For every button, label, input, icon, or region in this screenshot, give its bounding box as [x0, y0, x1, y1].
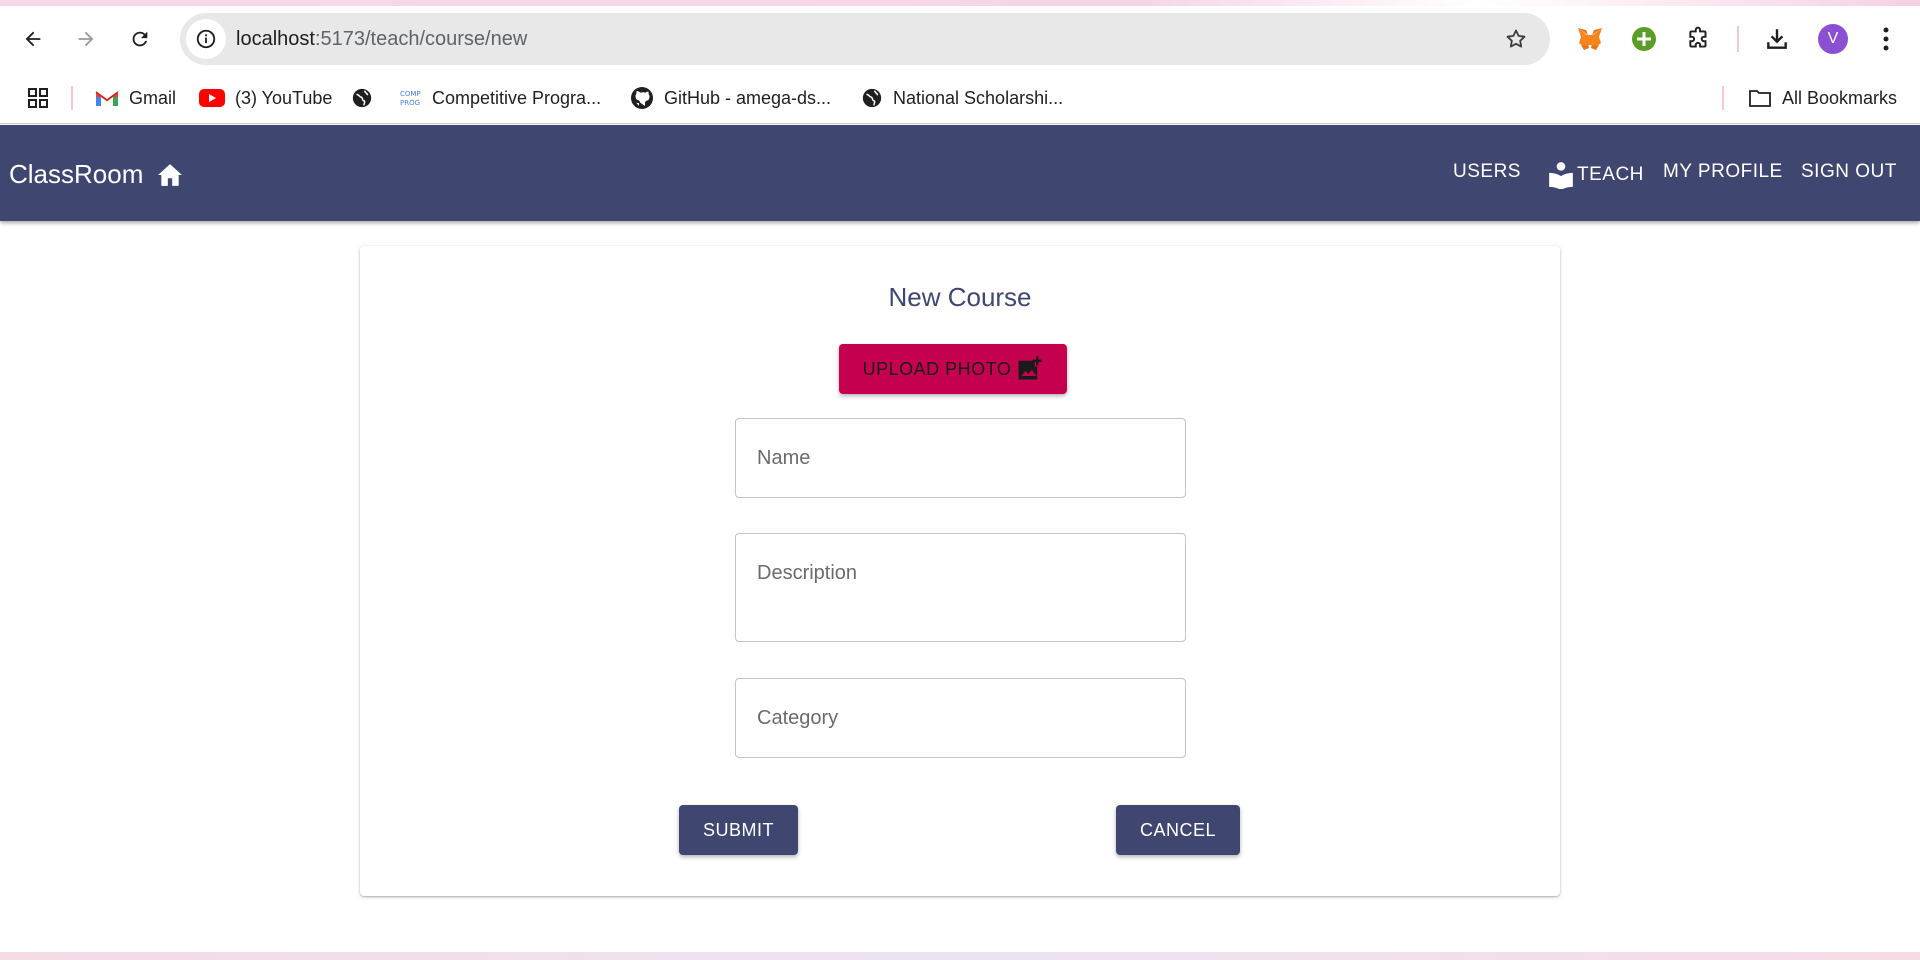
bookmark-globe[interactable]	[351, 82, 383, 114]
url-path: :5173/teach/course/new	[314, 28, 528, 50]
add-photo-icon	[1015, 355, 1043, 383]
folder-icon	[1748, 88, 1772, 108]
comp-prog-icon: COMP PROG	[400, 87, 422, 109]
forward-arrow-icon	[78, 31, 94, 47]
brand-title: ClassRoom	[9, 159, 144, 189]
apps-grid-icon[interactable]	[26, 82, 50, 114]
bookmark-label: GitHub - amega-ds...	[664, 87, 832, 108]
browser-toolbar: localhost:5173/teach/course/new V	[0, 6, 1920, 72]
app-header: ClassRoom USERS TEACH MY PROFILE SIGN OU…	[0, 125, 1920, 221]
bookmark-github[interactable]: GitHub - amega-ds...	[630, 82, 831, 114]
bookmark-label: (3) YouTube	[235, 87, 333, 108]
cancel-button[interactable]: CANCEL	[1116, 805, 1240, 855]
nav-sign-out[interactable]: SIGN OUT	[1801, 161, 1897, 183]
url-host: localhost	[236, 28, 315, 50]
bookmark-gmail[interactable]: Gmail	[95, 82, 176, 114]
svg-text:PROG: PROG	[400, 99, 420, 107]
teach-reader-icon	[1548, 161, 1574, 189]
submit-button[interactable]: SUBMIT	[679, 805, 798, 855]
bookmark-youtube[interactable]: (3) YouTube	[199, 82, 332, 114]
upload-photo-button[interactable]: UPLOAD PHOTO	[839, 344, 1067, 394]
bookmarks-separator	[1722, 86, 1724, 110]
bookmarks-bar: Gmail (3) YouTube COMP PROG Competitive P…	[0, 72, 1920, 124]
nav-teach[interactable]: TEACH	[1548, 161, 1644, 189]
gmail-icon	[95, 89, 119, 107]
bookmark-label: National Scholarshi...	[893, 87, 1064, 108]
youtube-icon	[199, 89, 225, 107]
nav-my-profile[interactable]: MY PROFILE	[1663, 161, 1783, 183]
svg-text:COMP: COMP	[400, 90, 421, 98]
category-placeholder: Category	[757, 707, 839, 729]
url-text[interactable]: localhost:5173/teach/course/new	[236, 28, 527, 51]
globe-icon	[861, 87, 883, 109]
forward-button[interactable]	[66, 19, 106, 59]
name-placeholder: Name	[757, 447, 811, 469]
browser-menu-icon[interactable]	[1868, 21, 1904, 57]
nav-teach-label: TEACH	[1577, 164, 1644, 185]
bookmark-national-scholarship[interactable]: National Scholarshi...	[861, 82, 1063, 114]
globe-icon	[351, 87, 373, 109]
bookmark-competitive-programming[interactable]: COMP PROG Competitive Progra...	[400, 82, 601, 114]
all-bookmarks-label: All Bookmarks	[1782, 87, 1898, 108]
description-placeholder: Description	[757, 562, 858, 584]
reload-button[interactable]	[120, 19, 160, 59]
github-icon	[630, 86, 654, 110]
add-extension-icon[interactable]	[1626, 21, 1662, 57]
site-info-icon[interactable]	[186, 19, 226, 59]
bookmarks-separator	[71, 86, 73, 110]
profile-avatar[interactable]: V	[1818, 24, 1848, 54]
nav-users[interactable]: USERS	[1453, 161, 1521, 183]
reload-icon	[132, 31, 148, 47]
page-title: New Course	[888, 282, 1032, 312]
description-field[interactable]: Description	[735, 533, 1186, 642]
bookmark-label: Gmail	[129, 87, 177, 108]
address-bar[interactable]: localhost:5173/teach/course/new	[180, 13, 1550, 65]
metamask-icon[interactable]	[1572, 21, 1608, 57]
bottom-strip	[0, 952, 1920, 960]
home-icon[interactable]	[157, 163, 183, 187]
upload-photo-label: UPLOAD PHOTO	[862, 358, 1012, 379]
new-course-card: New Course UPLOAD PHOTO Name Description…	[360, 246, 1560, 896]
extensions-puzzle-icon[interactable]	[1681, 21, 1717, 57]
toolbar-separator	[1737, 26, 1739, 52]
category-field[interactable]: Category	[735, 678, 1186, 758]
bookmark-label: Competitive Progra...	[432, 87, 602, 108]
back-arrow-icon	[25, 31, 41, 47]
all-bookmarks-button[interactable]: All Bookmarks	[1748, 82, 1897, 114]
name-field[interactable]: Name	[735, 418, 1186, 498]
back-button[interactable]	[13, 19, 53, 59]
bookmark-star-icon[interactable]	[1502, 25, 1530, 53]
brand[interactable]: ClassRoom	[9, 159, 183, 190]
download-icon[interactable]	[1759, 21, 1795, 57]
